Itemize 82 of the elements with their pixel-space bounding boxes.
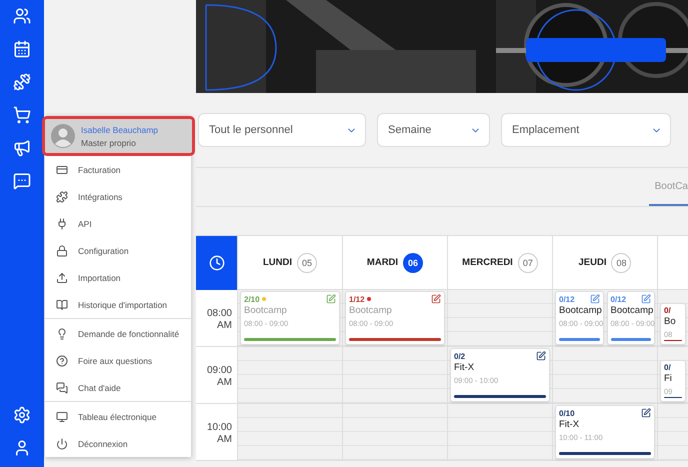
booking-count: 0/10 (559, 408, 575, 418)
filter-dropdown[interactable]: Semaine (377, 113, 490, 147)
upload-icon (56, 272, 68, 284)
book-icon (56, 298, 68, 310)
menu-item-label: Historique d'importation (78, 300, 168, 310)
user-name: Isabelle Beauchamp (81, 124, 158, 134)
edit-icon[interactable] (431, 294, 441, 304)
puzzle-icon (56, 190, 68, 202)
menu-item-label: Intégrations (78, 192, 122, 202)
hour-label: 10:00 (206, 422, 232, 434)
avatar-icon (51, 124, 75, 148)
booking-count: 0/ (664, 306, 671, 315)
menu-item[interactable]: Tableau électronique (45, 403, 191, 430)
edit-icon[interactable] (641, 408, 651, 418)
chat-bubbles-icon (56, 382, 68, 394)
booking-count: 0/2 (454, 352, 466, 360)
day-name: LUNDI (262, 256, 292, 268)
class-title: Bootcamp (349, 304, 393, 317)
day-name: JEUDI (578, 256, 606, 268)
help-icon (56, 354, 68, 366)
credit-card-icon (56, 164, 68, 176)
class-title: Fit-X (559, 418, 580, 431)
menu-item[interactable]: Intégrations (45, 183, 191, 210)
profile-header[interactable]: Isabelle Beauchamp Master proprio (42, 116, 195, 156)
menu-item-label: API (78, 218, 92, 228)
menu-item[interactable]: Foire aux questions (45, 347, 191, 374)
menu-item[interactable]: Déconnexion (45, 430, 191, 457)
booking-count: 0/ (664, 363, 671, 372)
class-title: Bootcamp (559, 304, 600, 317)
menu-item[interactable]: Facturation (45, 156, 191, 183)
power-icon (56, 438, 68, 450)
menu-item-label: Configuration (78, 246, 129, 256)
menu-item-label: Demande de fonctionnalité (78, 328, 180, 338)
dumbbell-icon[interactable] (13, 73, 31, 91)
menu-item[interactable]: Chat d'aide (45, 374, 191, 401)
hour-label: 08:00 (206, 308, 232, 320)
class-title: Fit-X (454, 361, 476, 374)
lock-icon (56, 244, 68, 256)
date-badge: 08 (611, 252, 632, 272)
menu-item[interactable]: Historique d'importation (45, 291, 191, 318)
menu-item[interactable]: API (45, 210, 191, 237)
megaphone-icon[interactable] (13, 139, 31, 157)
hour-period: AM (217, 320, 232, 332)
date-badge: 06 (403, 252, 424, 272)
chat-icon[interactable] (13, 172, 31, 190)
booking-count: 0/12 (610, 294, 626, 304)
hour-period: AM (217, 377, 232, 389)
settings-icon[interactable] (13, 406, 31, 424)
hour-period: AM (217, 434, 232, 446)
date-badge: 05 (297, 252, 318, 272)
menu-item-label: Foire aux questions (78, 356, 152, 366)
menu-item-label: Chat d'aide (78, 382, 121, 392)
booking-count: 2/10 (244, 294, 260, 304)
menu-item-label: Déconnexion (78, 438, 128, 448)
edit-icon[interactable] (536, 351, 546, 361)
date-badge: 07 (518, 252, 538, 272)
monitor-icon (56, 410, 68, 422)
menu-item-label: Tableau électronique (78, 412, 156, 422)
class-title: Bootcamp (244, 304, 288, 317)
day-name: MERCREDI (462, 256, 513, 268)
booking-count: 0/12 (559, 294, 575, 304)
hour-label: 09:00 (206, 365, 232, 377)
user-icon[interactable] (13, 439, 31, 457)
calendar-icon[interactable] (13, 40, 31, 58)
plug-icon (56, 218, 68, 230)
menu-item-label: Importation (78, 272, 121, 282)
cart-icon[interactable] (13, 106, 31, 124)
user-role: Master proprio (81, 138, 137, 148)
menu-item-label: Facturation (78, 164, 121, 174)
class-title: Bo (664, 315, 677, 328)
menu-item[interactable]: Importation (45, 264, 191, 291)
filter-dropdown[interactable]: Tout le personnel (198, 113, 366, 147)
class-title: Fi (664, 372, 673, 385)
users-icon[interactable] (13, 7, 31, 25)
menu-item[interactable]: Demande de fonctionnalité (45, 320, 191, 347)
booking-count: 1/12 (349, 294, 365, 304)
menu-item[interactable]: Configuration (45, 237, 191, 264)
clock-icon (208, 255, 224, 271)
class-title: Bootcamp (610, 304, 651, 317)
lightbulb-icon (56, 328, 68, 340)
day-name: MARDI (366, 256, 398, 268)
filter-dropdown[interactable]: Emplacement (501, 113, 671, 147)
